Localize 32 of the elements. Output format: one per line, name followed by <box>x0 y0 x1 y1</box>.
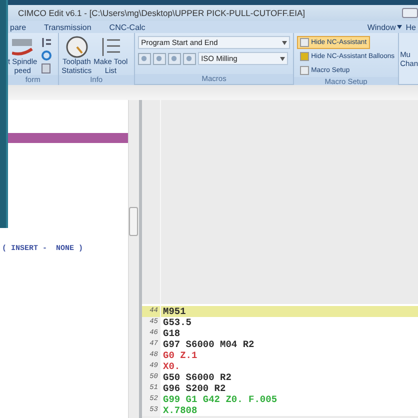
code-line: M951 <box>162 306 186 317</box>
menu-item[interactable]: Window <box>365 22 404 32</box>
spindle-icon <box>12 36 34 58</box>
sort-icon[interactable] <box>41 37 52 48</box>
code-line: X.7808 <box>162 405 198 416</box>
code-line: G53.5 <box>162 317 192 328</box>
menu-item[interactable]: He <box>404 22 418 32</box>
scrollbar-thumb[interactable] <box>129 207 138 236</box>
caret-icon <box>282 40 288 44</box>
code-line: G50 S6000 R2 <box>162 372 232 383</box>
ribbon-tab[interactable]: pare <box>8 22 36 32</box>
code-line: G18 <box>162 328 180 339</box>
zoom-icon[interactable] <box>183 52 196 64</box>
zoom-icon[interactable] <box>168 52 182 64</box>
caret-icon <box>396 25 402 30</box>
document-icon[interactable] <box>41 63 52 74</box>
code-line: G96 S200 R2 <box>162 383 226 394</box>
code-line: X0. <box>162 361 180 372</box>
window-title: CIMCO Edit v6.1 - [C:\Users\mg\Desktop\UPPER PICK-PULL-CUTOFF.EIA] <box>18 8 306 18</box>
gauge-icon <box>66 36 88 58</box>
caret-icon <box>280 56 286 60</box>
code-line: G99 G1 G42 Z0. F.005 <box>162 394 278 405</box>
gear-icon[interactable] <box>41 50 52 61</box>
code-line: G97 S6000 M04 R2 <box>162 339 254 350</box>
ribbon-tab[interactable]: CNC-Calc <box>100 22 154 32</box>
minimize-button[interactable] <box>402 8 418 18</box>
zoom-icon[interactable] <box>153 52 166 64</box>
zoom-icon[interactable] <box>138 52 152 64</box>
scrollbar[interactable] <box>128 100 142 418</box>
list-icon <box>100 36 122 58</box>
ribbon-tab[interactable]: Transmission <box>35 22 100 32</box>
code-line: G0 Z.1 <box>162 350 198 361</box>
